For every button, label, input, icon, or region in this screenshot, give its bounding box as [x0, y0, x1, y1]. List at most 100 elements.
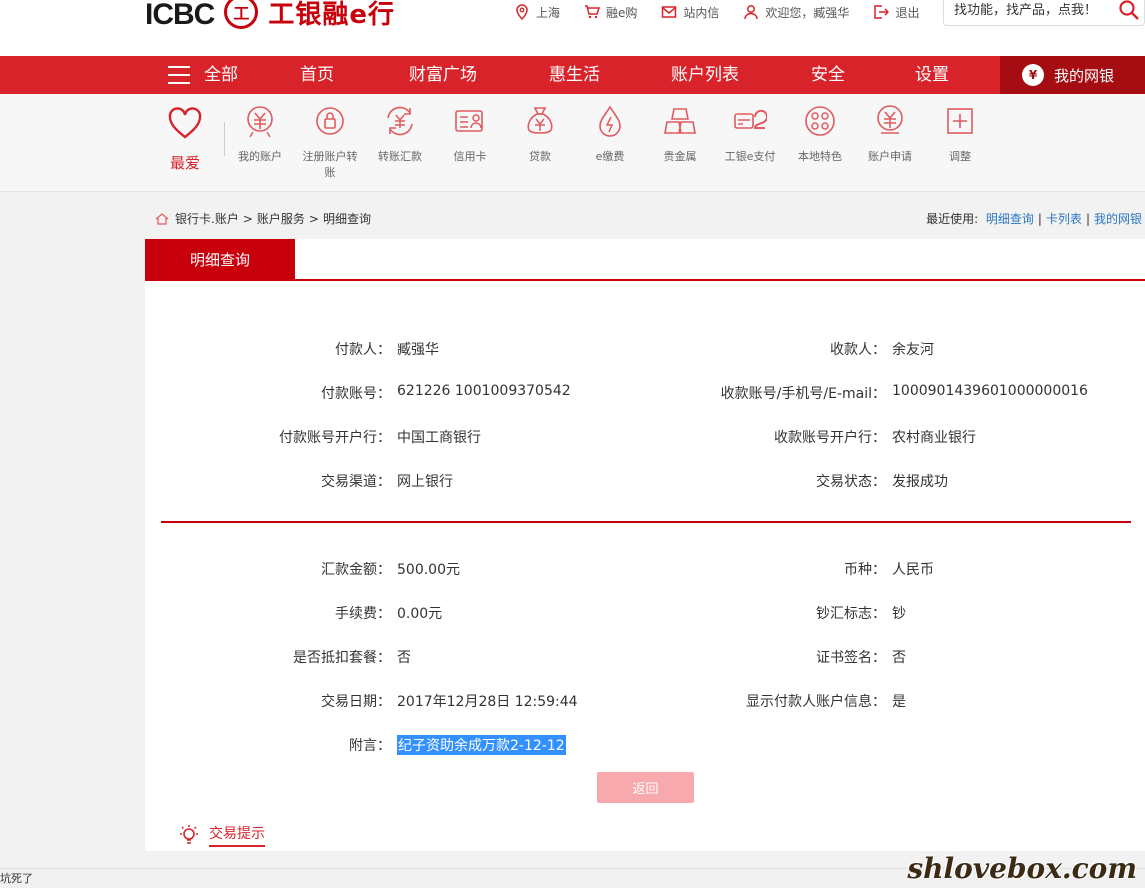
row-amount: 汇款金额： 500.00元 [145, 559, 460, 579]
heart-icon [168, 107, 202, 139]
payer-bank-value: 中国工商银行 [397, 430, 481, 446]
tab-detail-query[interactable]: 明细查询 [145, 239, 295, 281]
quick-label: 注册账户转账 [302, 150, 358, 179]
nav-security[interactable]: 安全 [811, 56, 845, 94]
nav-all-menu[interactable]: 全部 [168, 56, 238, 94]
quick-label: 贵金属 [663, 150, 697, 163]
local-icon [805, 106, 835, 136]
row-payer-account: 付款账号： 621226 1001009370542 [145, 383, 571, 403]
search-box [943, 0, 1145, 26]
search-icon[interactable] [1118, 0, 1140, 21]
quick-credit-card[interactable]: 信用卡 [435, 104, 505, 165]
quick-my-account[interactable]: 我的账户 [225, 104, 295, 165]
row-payer: 付款人： 臧强华 [145, 339, 439, 359]
plus-box-icon [947, 108, 973, 134]
lightbulb-icon [180, 825, 198, 844]
quick-local-feature[interactable]: 本地特色 [785, 104, 855, 165]
row-channel: 交易渠道： 网上银行 [145, 471, 453, 491]
transaction-tips: 交易提示 [145, 811, 1145, 851]
amount-label: 汇款金额： [321, 562, 391, 578]
main-nav: 全部 首页 财富广场 惠生活 账户列表 安全 设置 ¥ 我的网银 [0, 56, 1145, 94]
payer-label: 付款人： [335, 342, 391, 358]
package-value: 否 [397, 650, 411, 666]
logo[interactable]: ICBC 工 工银融e行 [145, 0, 395, 31]
gold-bars-icon [664, 108, 696, 134]
location-link[interactable]: 上海 [514, 4, 560, 21]
nav-mybank[interactable]: ¥ 我的网银 [1000, 56, 1145, 94]
rongegou-label: 融e购 [606, 5, 638, 20]
detail-panel: 付款人： 臧强华 收款人： 余友河 付款账号： 621226 100100937… [145, 281, 1145, 811]
user-welcome[interactable]: 欢迎您，臧强华 [743, 4, 849, 21]
nav-wealth[interactable]: 财富广场 [409, 56, 477, 94]
tips-header[interactable]: 交易提示 [177, 823, 265, 847]
row-cash-flag: 钞汇标志： 钞 [640, 603, 906, 623]
row-payer-bank: 付款账号开户行： 中国工商银行 [145, 427, 481, 447]
welcome-label: 欢迎您，臧强华 [765, 5, 850, 20]
location-label: 上海 [536, 5, 561, 20]
currency-label: 币种： [844, 562, 886, 578]
nav-accounts[interactable]: 账户列表 [671, 56, 739, 94]
mybank-label: 我的网银 [1054, 66, 1115, 85]
quick-label: 工银e支付 [724, 150, 776, 163]
quick-label: 转账汇款 [378, 150, 422, 163]
e-pay-icon [734, 109, 767, 129]
row-currency: 币种： 人民币 [640, 559, 934, 579]
breadcrumb-item-account-service[interactable]: 账户服务 [257, 210, 305, 227]
quick-function-bar: 最爱 我的账户 注册账户转账 转账汇款 信用卡 贷款 e缴费 贵金属 工银e支付… [0, 94, 1145, 192]
nav-life[interactable]: 惠生活 [549, 56, 600, 94]
quick-registered-transfer[interactable]: 注册账户转账 [295, 104, 365, 181]
payer-account-value: 621226 1001009370542 [397, 383, 571, 399]
breadcrumb-separator: > [242, 211, 253, 226]
fee-value: 0.00元 [397, 606, 443, 622]
flame-drop-icon [599, 105, 621, 137]
mail-icon [662, 6, 677, 18]
quick-label: 信用卡 [453, 150, 487, 163]
cert-label: 证书签名： [816, 650, 886, 666]
amount-value: 500.00元 [397, 562, 460, 578]
home-icon[interactable] [155, 212, 169, 226]
quick-account-apply[interactable]: 账户申请 [855, 104, 925, 165]
status-text: 坑死了 [0, 872, 33, 885]
favorites-button[interactable]: 最爱 [165, 106, 205, 173]
row-memo: 附言： 纪子资助余成万款2-12-12 [145, 735, 566, 755]
channel-label: 交易渠道： [321, 474, 391, 490]
logout-link[interactable]: 退出 [873, 4, 919, 21]
quick-label: 调整 [949, 150, 971, 163]
recent-link-my-bank[interactable]: 我的网银 [1094, 212, 1142, 226]
transfer-icon [387, 106, 413, 136]
quick-adjust[interactable]: 调整 [925, 104, 995, 165]
row-status: 交易状态： 发报成功 [640, 471, 948, 491]
payee-label: 收款人： [830, 342, 886, 358]
show-payer-value: 是 [892, 694, 906, 710]
quick-label: e缴费 [595, 150, 625, 163]
cash-flag-value: 钞 [892, 606, 906, 622]
quick-loan[interactable]: 贷款 [505, 104, 575, 165]
breadcrumb-item-card-account[interactable]: 银行卡.账户 [175, 210, 239, 227]
rongegou-link[interactable]: 融e购 [584, 4, 637, 21]
recent-link-card-list[interactable]: 卡列表 [1046, 212, 1082, 226]
money-bag-badge-icon: ¥ [1022, 64, 1044, 86]
hamburger-icon [168, 66, 190, 84]
back-button[interactable]: 返回 [597, 772, 694, 803]
payee-bank-label: 收款账号开户行： [774, 430, 886, 446]
payee-value: 余友河 [892, 342, 934, 358]
search-input[interactable] [954, 2, 1104, 18]
quick-icbc-epay[interactable]: 工银e支付 [715, 104, 785, 165]
recent-link-detail-query[interactable]: 明细查询 [986, 212, 1034, 226]
nav-home[interactable]: 首页 [300, 56, 334, 94]
top-links: 上海 融e购 站内信 欢迎您，臧强华 退出 [514, 2, 943, 22]
payer-value: 臧强华 [397, 342, 439, 358]
favorites-label: 最爱 [169, 154, 200, 172]
quick-label: 账户申请 [868, 150, 912, 163]
yen-circle-icon [247, 106, 273, 138]
nav-settings[interactable]: 设置 [915, 56, 949, 94]
quick-precious-metal[interactable]: 贵金属 [645, 104, 715, 165]
section-divider [161, 521, 1131, 523]
inbox-link[interactable]: 站内信 [661, 4, 719, 21]
credit-card-icon [455, 110, 483, 132]
quick-e-payment[interactable]: e缴费 [575, 104, 645, 165]
top-header: ICBC 工 工银融e行 上海 融e购 站内信 欢迎您，臧强华 退出 [0, 0, 1145, 56]
quick-transfer[interactable]: 转账汇款 [365, 104, 435, 165]
row-date: 交易日期： 2017年12月28日 12:59:44 [145, 691, 578, 711]
status-value: 发报成功 [892, 474, 948, 490]
